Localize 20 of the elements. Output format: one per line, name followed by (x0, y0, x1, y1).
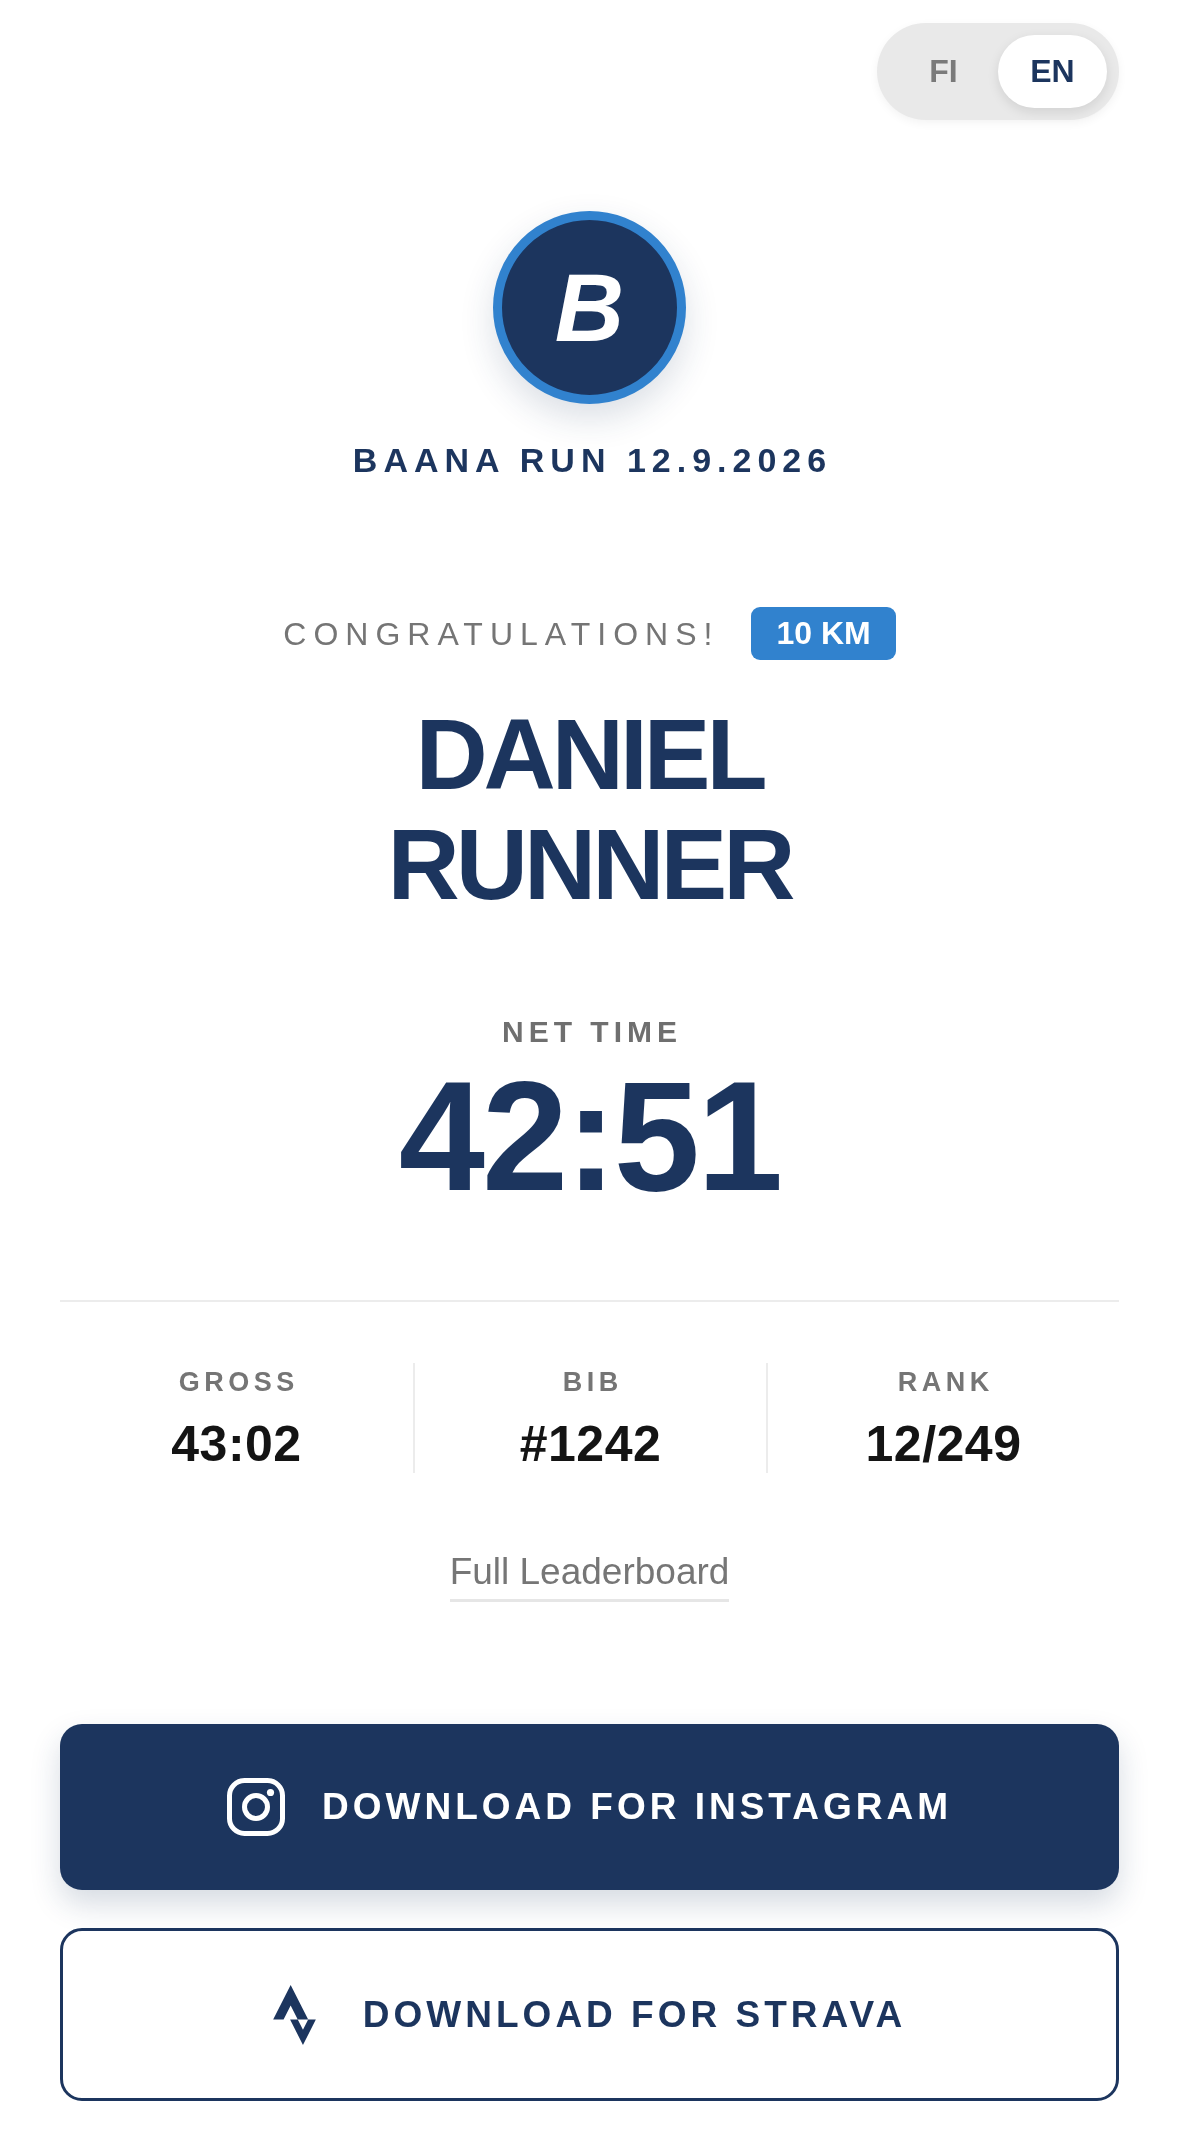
event-logo: B (493, 211, 686, 404)
net-time-label: NET TIME (501, 1014, 682, 1050)
event-title: BAANA RUN 12.9.2026 (351, 440, 833, 480)
download-button[interactable]: DOWNLOAD FOR STRAVA (60, 1928, 1119, 2101)
language-option[interactable]: EN (998, 35, 1107, 108)
camera-icon (227, 1778, 286, 1836)
stat-value: 12/249 (865, 1416, 1022, 1472)
stat-label: BIB (561, 1366, 623, 1398)
leaderboard-link[interactable]: Full Leaderboard (449, 1550, 730, 1602)
distance-badge: 10 KM (751, 607, 896, 660)
greeting-text: CONGRATULATIONS! (283, 614, 720, 654)
runner-name: DANIEL RUNNER (386, 699, 793, 919)
peak-arrows-icon (272, 1984, 316, 2045)
language-option[interactable]: FI (889, 35, 998, 108)
stat-label: RANK (896, 1366, 994, 1398)
net-time-value: 42:51 (398, 1057, 781, 1217)
stat-value: #1242 (519, 1416, 662, 1472)
stat-value: 43:02 (171, 1416, 302, 1472)
stat-label: GROSS (177, 1366, 299, 1398)
download-button[interactable]: DOWNLOAD FOR INSTAGRAM (60, 1724, 1119, 1890)
